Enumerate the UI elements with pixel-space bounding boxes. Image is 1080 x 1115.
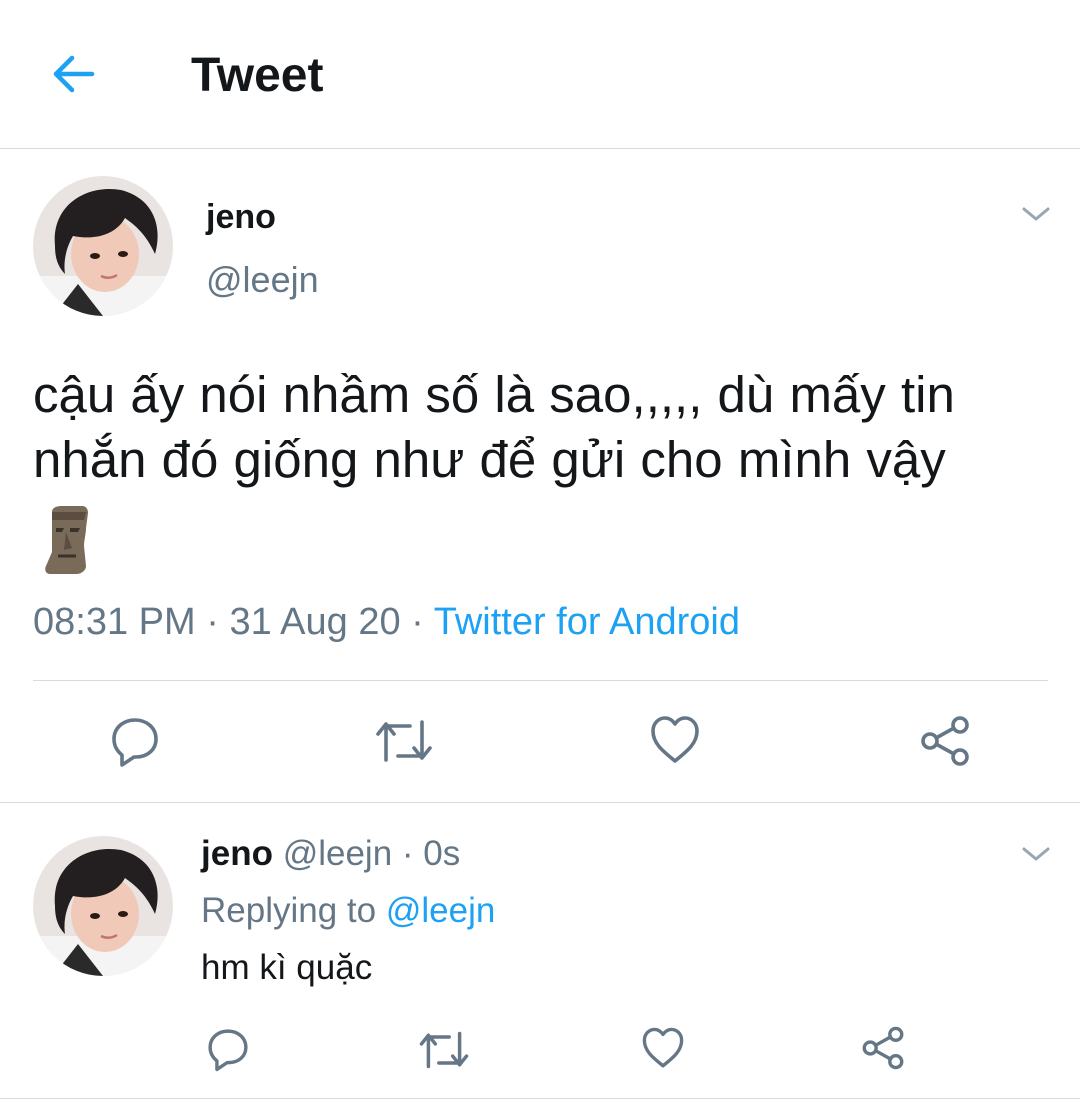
chevron-down-icon	[1022, 847, 1050, 861]
tweet-date: 31 Aug 20	[229, 601, 401, 643]
back-button[interactable]	[48, 48, 100, 100]
meta-separator: ·	[392, 834, 424, 873]
replying-to-handle[interactable]: @leejn	[386, 891, 495, 930]
reply-reply-button[interactable]	[205, 1026, 251, 1072]
meta-separator: ·	[400, 601, 434, 643]
reply-retweet-button[interactable]	[418, 1028, 470, 1072]
reply-time: 0s	[423, 834, 461, 873]
meta-separator: ·	[195, 601, 230, 643]
author-name[interactable]: jeno	[206, 196, 276, 238]
retweet-button[interactable]	[374, 716, 434, 766]
like-icon	[651, 716, 699, 763]
reply-text: hm kì quặc	[201, 948, 373, 987]
reply-menu-button[interactable]	[1020, 844, 1052, 864]
top-bar: Tweet	[0, 0, 1080, 149]
tweet-source-link[interactable]: Twitter for Android	[434, 601, 740, 643]
reply-author-handle[interactable]: @leejn	[283, 834, 392, 873]
retweet-icon	[376, 720, 432, 762]
divider	[0, 1098, 1080, 1099]
replying-to-label: Replying to	[201, 891, 377, 930]
divider	[0, 802, 1080, 803]
reply-icon	[112, 718, 158, 767]
tweet-time: 08:31 PM	[33, 601, 196, 643]
reply-avatar[interactable]	[33, 836, 173, 976]
reply-header: jeno @leejn · 0s	[201, 832, 460, 876]
reply-like-button[interactable]	[640, 1026, 686, 1070]
tweet-menu-button[interactable]	[1020, 204, 1052, 224]
replying-to-line: Replying to @leejn	[201, 889, 495, 933]
like-icon	[642, 1027, 684, 1068]
divider	[33, 680, 1048, 681]
retweet-icon	[419, 1031, 469, 1069]
tweet-text: cậu ấy nói nhầm số là sao,,,,, dù mấy ti…	[33, 366, 970, 488]
arrow-left-icon	[53, 55, 95, 93]
reply-button[interactable]	[108, 714, 162, 768]
reply-icon	[208, 1029, 248, 1072]
author-handle[interactable]: @leejn	[206, 258, 319, 302]
chevron-down-icon	[1022, 207, 1050, 221]
share-icon	[921, 716, 969, 766]
reply-share-button[interactable]	[860, 1025, 906, 1071]
tweet-meta: 08:31 PM · 31 Aug 20 · Twitter for Andro…	[33, 598, 740, 646]
share-icon	[862, 1026, 904, 1070]
page-title: Tweet	[191, 49, 324, 102]
like-button[interactable]	[648, 714, 702, 766]
reply-author-name[interactable]: jeno	[201, 834, 273, 873]
moai-icon	[42, 506, 90, 574]
share-button[interactable]	[918, 714, 972, 768]
avatar[interactable]	[33, 176, 173, 316]
